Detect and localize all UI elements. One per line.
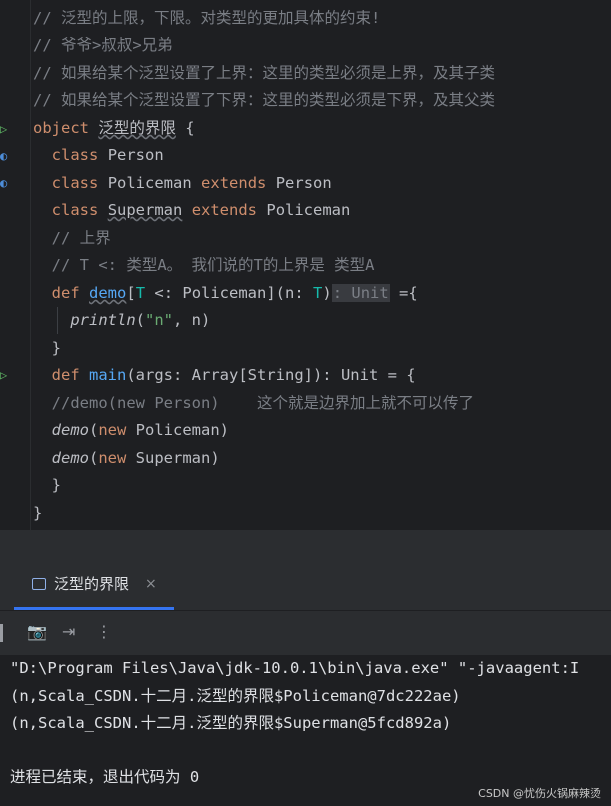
code-line-call-police: demo(new Policeman) bbox=[33, 417, 229, 444]
console-line: 进程已结束，退出代码为 0 bbox=[10, 768, 200, 786]
type-param: T bbox=[135, 284, 146, 302]
console-line: "D:\Program Files\Java\jdk-10.0.1\bin\ja… bbox=[10, 659, 580, 677]
string-literal: "n" bbox=[145, 311, 173, 329]
function-call: demo bbox=[51, 449, 89, 467]
function-call: println bbox=[70, 311, 136, 329]
signature: (args: Array[String]): Unit = { bbox=[126, 366, 416, 384]
function-call: demo bbox=[51, 421, 89, 439]
keyword: def bbox=[51, 366, 80, 384]
object-name: 泛型的界限 bbox=[98, 119, 176, 137]
keyword: new bbox=[98, 449, 127, 467]
code-comment: //demo(new Person) 这个就是边界加上就不可以传了 bbox=[51, 394, 474, 412]
keyword: class bbox=[51, 174, 99, 192]
console-line: (n,Scala_CSDN.十二月.泛型的界限$Superman@5fcd892… bbox=[10, 714, 452, 732]
class-name: Superman bbox=[107, 201, 183, 219]
close-icon[interactable]: × bbox=[145, 576, 157, 592]
type-bound: <: Policeman](n: bbox=[145, 284, 314, 302]
paren: ) bbox=[322, 284, 332, 302]
run-tool-window-header: 泛型的界限 × bbox=[0, 560, 611, 611]
keyword: new bbox=[98, 421, 127, 439]
implemented-gutter-icon[interactable]: ◐ bbox=[0, 149, 7, 163]
code-comment: // 泛型的上限，下限。对类型的更加具体的约束! bbox=[33, 9, 381, 27]
tab-run-config[interactable]: 泛型的界限 × bbox=[14, 560, 174, 610]
brace: } bbox=[51, 476, 62, 494]
code-line-close: } bbox=[33, 500, 42, 527]
code-comment: // 爷爷>叔叔>兄弟 bbox=[33, 36, 173, 54]
implemented-gutter-icon[interactable]: ◐ bbox=[0, 176, 7, 190]
keyword: class bbox=[51, 201, 99, 219]
code-line-comment-upper: // 上界 bbox=[33, 225, 111, 252]
console-line: (n,Scala_CSDN.十二月.泛型的界限$Policeman@7dc222… bbox=[10, 687, 461, 705]
args: , n) bbox=[173, 311, 211, 329]
stop-icon[interactable] bbox=[0, 624, 3, 642]
keyword: object bbox=[33, 119, 89, 137]
tab-label: 泛型的界限 bbox=[54, 575, 130, 593]
console-toolbar: 📷 ⇥ ⋮ bbox=[0, 611, 611, 655]
exit-icon[interactable]: ⇥ bbox=[62, 622, 75, 641]
code-line-close: } bbox=[33, 335, 61, 362]
more-icon[interactable]: ⋮ bbox=[96, 622, 112, 641]
class-name: Policeman bbox=[107, 174, 192, 192]
indent-guide bbox=[57, 307, 58, 334]
type-param: T bbox=[313, 284, 323, 302]
brace: { bbox=[175, 119, 195, 137]
code-comment: // 如果给某个泛型设置了上界：这里的类型必须是上界，及其子类 bbox=[33, 64, 495, 82]
function-name: main bbox=[89, 366, 127, 384]
equals-brace: ={ bbox=[389, 284, 418, 302]
code-line-comment-t: // T <: 类型A。 我们说的T的上界是 类型A bbox=[33, 252, 375, 279]
brace: } bbox=[33, 504, 43, 522]
class-name: Person bbox=[275, 174, 332, 192]
bracket: [ bbox=[126, 284, 136, 302]
code-line-class-superman: class Superman extends Policeman bbox=[33, 197, 351, 224]
code-line-call-super: demo(new Superman) bbox=[33, 445, 220, 472]
watermark: CSDN @忧伤火锅麻辣烫 bbox=[478, 787, 601, 800]
run-gutter-icon[interactable]: ▷ bbox=[0, 122, 7, 136]
code-line-comment-demo: //demo(new Person) 这个就是边界加上就不可以传了 bbox=[33, 390, 474, 417]
editor-gutter: ▷ ◐ ◐ ▷ bbox=[0, 0, 31, 530]
keyword: extends bbox=[191, 201, 258, 219]
brace: } bbox=[51, 339, 62, 357]
code-line-def-main: def main(args: Array[String]): Unit = { bbox=[33, 362, 416, 389]
paren: ( bbox=[89, 421, 99, 439]
console-icon bbox=[32, 577, 46, 590]
paren: ( bbox=[135, 311, 145, 329]
code-line-class-person: class Person bbox=[33, 142, 164, 169]
keyword: class bbox=[51, 146, 99, 164]
code-line-class-policeman: class Policeman extends Person bbox=[33, 170, 332, 197]
keyword: def bbox=[51, 284, 80, 302]
class-name: Policeman bbox=[266, 201, 351, 219]
code-line-object: object 泛型的界限 { bbox=[33, 115, 195, 142]
panel-separator[interactable] bbox=[0, 530, 611, 560]
code-editor[interactable]: ▷ ◐ ◐ ▷ // 泛型的上限，下限。对类型的更加具体的约束! // 爷爷>叔… bbox=[0, 0, 611, 530]
console-output[interactable]: "D:\Program Files\Java\jdk-10.0.1\bin\ja… bbox=[0, 655, 611, 806]
code-comment: // T <: 类型A。 我们说的T的上界是 类型A bbox=[51, 256, 375, 274]
code-comment: // 上界 bbox=[51, 229, 111, 247]
camera-icon[interactable]: 📷 bbox=[27, 622, 47, 641]
args: Policeman) bbox=[126, 421, 229, 439]
function-name: demo bbox=[89, 284, 127, 302]
code-comment: // 如果给某个泛型设置了下界：这里的类型必须是下界，及其父类 bbox=[33, 91, 495, 109]
class-name: Person bbox=[107, 146, 164, 164]
inlay-type-hint: : Unit bbox=[331, 284, 390, 302]
code-line-close: } bbox=[33, 472, 61, 499]
code-line-def-demo: def demo[T <: Policeman](n: T): Unit ={ bbox=[33, 280, 418, 307]
run-main-gutter-icon[interactable]: ▷ bbox=[0, 368, 7, 382]
args: Superman) bbox=[126, 449, 220, 467]
code-line-println: println("n", n) bbox=[33, 307, 210, 334]
paren: ( bbox=[89, 449, 99, 467]
keyword: extends bbox=[201, 174, 267, 192]
